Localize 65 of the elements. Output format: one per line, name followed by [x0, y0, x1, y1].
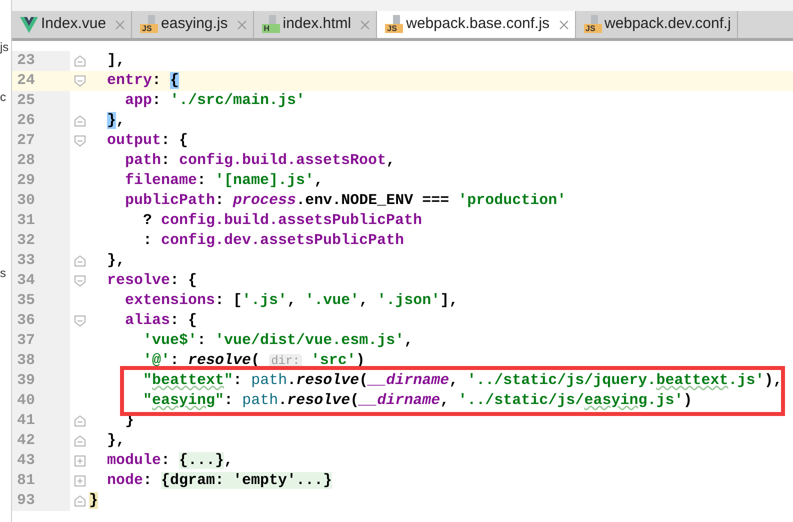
code-line: "easying": path.resolve(__dirname, '../static/js/easying.js')	[142, 391, 692, 411]
fold-marker-icon[interactable]	[74, 275, 86, 287]
fold-end-marker-icon[interactable]	[74, 255, 86, 267]
line-number: 81	[17, 470, 36, 491]
fold-end-marker-icon[interactable]	[74, 415, 86, 427]
code-line: module: {...},	[106, 451, 234, 471]
panel-text-fragment: c	[0, 90, 7, 104]
line-number: 26	[17, 110, 36, 131]
line-number: 35	[17, 290, 36, 311]
close-icon[interactable]	[115, 20, 126, 30]
line-number: 23	[17, 50, 36, 71]
code-line: path: config.build.assetsRoot,	[124, 151, 396, 171]
close-icon[interactable]	[558, 20, 569, 30]
code-line: entry: {	[106, 71, 180, 91]
close-icon[interactable]	[360, 20, 370, 30]
fold-end-marker-icon[interactable]	[74, 115, 86, 127]
code-line: "beattext": path.resolve(__dirname, '../static/js/jquery.beattext.js'),	[142, 371, 782, 391]
line-number: 30	[17, 190, 36, 211]
fold-end-marker-icon[interactable]	[74, 435, 86, 447]
code-line: resolve: {	[106, 271, 198, 291]
fold-end-marker-icon[interactable]	[74, 55, 86, 67]
code-line: extensions: ['.js', '.vue', '.json'],	[124, 291, 458, 311]
code-line: filename: '[name].js',	[124, 171, 324, 191]
line-number: 39	[17, 370, 36, 391]
code-line: app: './src/main.js'	[124, 91, 306, 111]
code-line: },	[106, 251, 126, 271]
fold-marker-icon[interactable]	[74, 315, 86, 327]
code-line: : config.dev.assetsPublicPath	[142, 231, 404, 251]
line-number: 42	[17, 430, 36, 451]
line-number: 37	[17, 330, 36, 351]
code-line: },	[106, 431, 126, 451]
code-line: output: {	[106, 131, 188, 151]
close-icon[interactable]	[236, 20, 247, 30]
code-line: alias: {	[124, 311, 198, 331]
line-number: 93	[17, 490, 36, 511]
line-number: 31	[17, 210, 36, 231]
line-number: 29	[17, 170, 36, 191]
fold-marker-icon[interactable]	[74, 75, 86, 87]
line-number: 25	[17, 90, 36, 111]
fold-marker-icon[interactable]	[74, 135, 86, 147]
v-logo-icon	[20, 16, 38, 32]
editor-tab[interactable]: JS webpack.dev.conf.j	[576, 11, 738, 38]
code-line: 'vue$': 'vue/dist/vue.esm.js',	[142, 331, 414, 351]
code-line: ],	[106, 51, 126, 71]
line-number: 33	[17, 250, 36, 271]
code-line: node: {dgram: 'empty'...}	[106, 471, 332, 491]
line-number: 24	[17, 70, 36, 91]
fold-end-marker-icon[interactable]	[74, 495, 86, 507]
line-number: 34	[17, 270, 36, 291]
expand-fold-icon[interactable]	[74, 475, 86, 487]
line-number: 38	[17, 350, 36, 371]
expand-fold-icon[interactable]	[74, 455, 86, 467]
code-line: ? config.build.assetsPublicPath	[142, 211, 422, 231]
line-number: 32	[17, 230, 36, 251]
line-number: 43	[17, 450, 36, 471]
panel-text-fragment: s	[0, 266, 7, 280]
line-number: 40	[17, 390, 36, 411]
editor-tab[interactable]: JS webpack.base.conf.js	[377, 11, 576, 38]
code-line: publicPath: process.env.NODE_ENV === 'production'	[124, 191, 566, 211]
line-number: 36	[17, 310, 36, 331]
line-number: 41	[17, 410, 36, 431]
panel-text-fragment: js	[0, 40, 10, 54]
line-number: 27	[17, 130, 36, 151]
line-number: 28	[17, 150, 36, 171]
code-line: },	[106, 111, 126, 131]
